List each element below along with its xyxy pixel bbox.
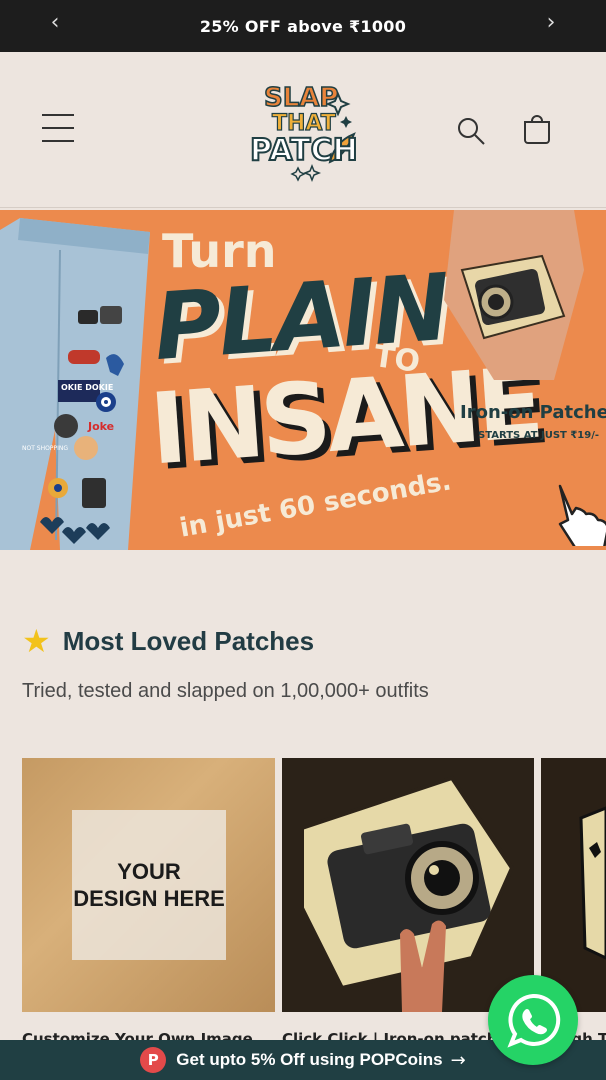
hero-banner[interactable]: OKIE DOKIE Joke NOT SHOPPING Turn PLAIN … [0, 210, 606, 550]
announcement-text: 25% OFF above ₹1000 [199, 16, 407, 36]
product-card-2[interactable] [282, 758, 534, 1012]
product-card-1[interactable]: YOUR DESIGN HERE [22, 758, 275, 1012]
whatsapp-icon[interactable] [488, 975, 578, 1065]
hero-product-subtitle: STARTS AT JUST ₹19/- [478, 430, 600, 441]
hamburger-icon[interactable] [42, 114, 74, 144]
section-title: Most Loved Patches [62, 625, 315, 656]
cart-icon[interactable] [521, 114, 553, 146]
product-3-image [579, 806, 606, 960]
chevron-right-icon[interactable]: › [536, 10, 566, 35]
star-icon: ★ [22, 622, 51, 660]
site-header: SLAP THAT PATCH [0, 52, 606, 208]
section-subtitle: Tried, tested and slapped on 1,00,000+ o… [22, 680, 429, 702]
logo[interactable]: SLAP THAT PATCH [242, 76, 362, 186]
jeans-patch-text-3: NOT SHOPPING [22, 445, 68, 452]
jeans-image: OKIE DOKIE Joke NOT SHOPPING [0, 218, 150, 550]
arrow-right-icon: → [450, 1049, 466, 1071]
product-2-image [300, 775, 515, 1012]
jeans-patch-text-2: Joke [87, 420, 114, 433]
popcoins-icon: P [140, 1047, 167, 1073]
chevron-left-icon[interactable]: ‹ [40, 10, 70, 35]
popcoins-text: Get upto 5% Off using POPCoins [176, 1050, 443, 1069]
search-icon[interactable] [456, 116, 486, 146]
product-card-3[interactable] [541, 758, 606, 1012]
jeans-patch-text-1: OKIE DOKIE [61, 383, 113, 392]
logo-line-1: SLAP [264, 83, 338, 113]
hero-product-title: Iron-on Patches [460, 402, 606, 423]
section-heading: ★ Most Loved Patches [22, 622, 314, 660]
logo-line-3: PATCH [250, 133, 358, 168]
hand-with-patch-image [444, 210, 584, 380]
pointer-hand-icon [558, 484, 606, 546]
product-1-image-text: YOUR DESIGN HERE [73, 859, 225, 911]
announcement-bar: ‹ 25% OFF above ₹1000 › [0, 0, 606, 52]
product-1-image: YOUR DESIGN HERE [72, 810, 226, 960]
